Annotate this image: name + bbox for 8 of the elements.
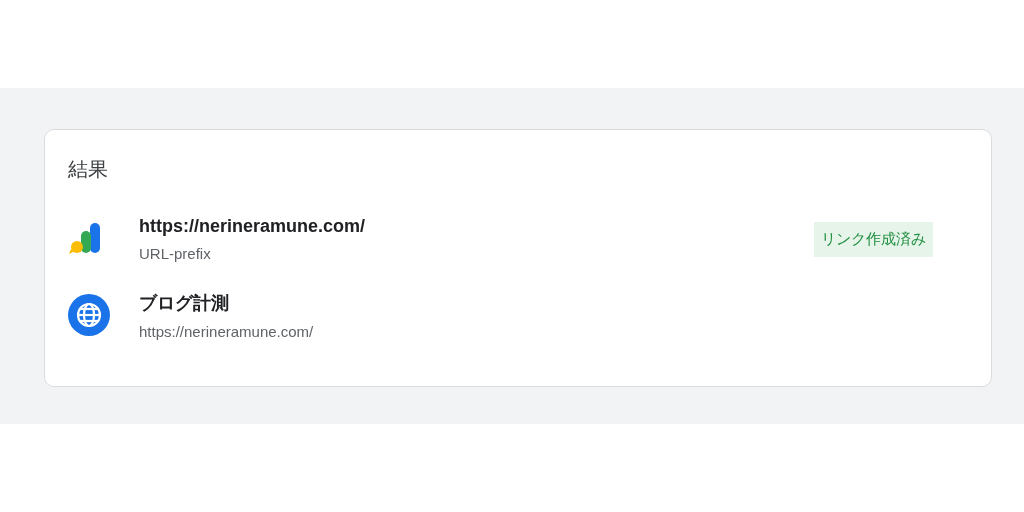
property-subtitle: https://nerineramune.com/	[139, 322, 315, 340]
bar-chart-icon	[68, 223, 102, 255]
card-title: 結果	[68, 157, 109, 182]
property-title: ブログ計測	[139, 291, 230, 315]
property-subtitle: URL-prefix	[139, 245, 212, 262]
property-title: https://nerineramune.com/	[139, 216, 367, 237]
status-badge: リンク作成済み	[814, 221, 933, 257]
globe-icon	[68, 294, 110, 336]
